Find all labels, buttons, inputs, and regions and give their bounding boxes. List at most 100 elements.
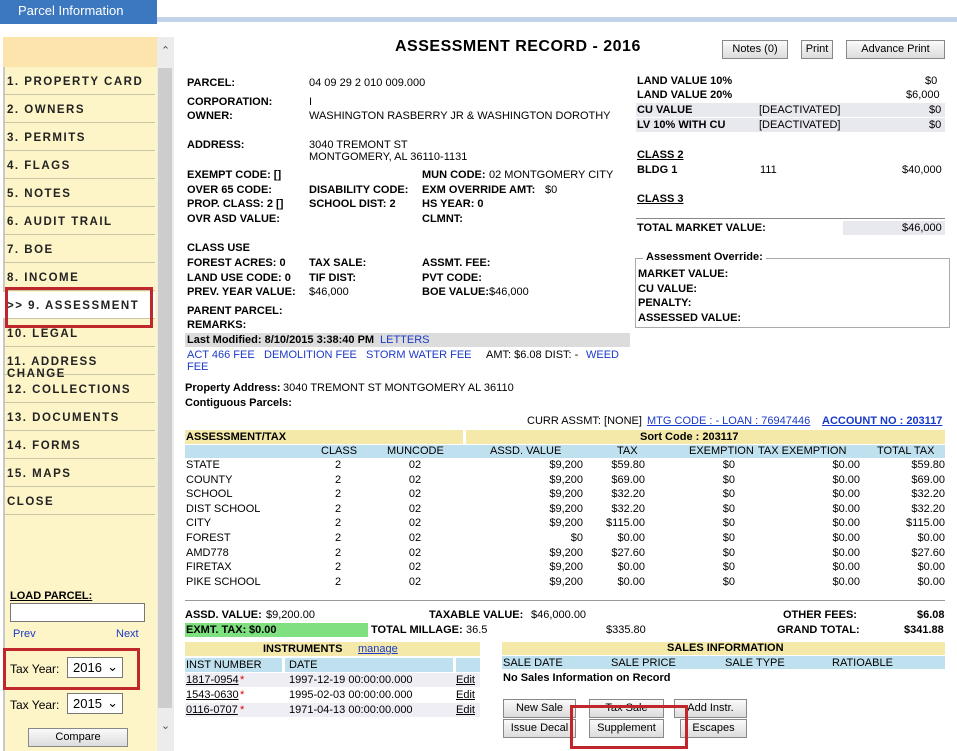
tax-row-cell: $69.00 — [911, 473, 945, 486]
tax-row-cell: $9,200 — [549, 488, 583, 501]
sidebar-item-14[interactable]: 14. FORMS — [3, 432, 155, 459]
instrument-edit-link[interactable]: Edit — [456, 674, 475, 686]
act466-fee-link[interactable]: ACT 466 FEE — [187, 349, 255, 361]
sidebar-item-2[interactable]: 2. OWNERS — [3, 96, 155, 123]
load-parcel-input[interactable] — [10, 603, 145, 622]
tax-row-cell: 2 — [334, 517, 342, 530]
instrument-edit-link[interactable]: Edit — [456, 704, 475, 716]
divider — [636, 218, 945, 219]
tax-row-cell: $9,200 — [549, 502, 583, 515]
tax-row-cell: $9,200 — [549, 459, 583, 471]
scroll-down-icon[interactable]: ⌄ — [157, 719, 174, 735]
new-sale-button[interactable]: New Sale — [503, 699, 576, 718]
scroll-up-icon[interactable]: ⌃ — [157, 44, 174, 60]
last-modified: Last Modified: 8/10/2015 3:38:40 PM — [187, 334, 375, 346]
tax-row-cell: $0.00 — [832, 502, 860, 515]
advance-print-button[interactable]: Advance Print — [846, 40, 945, 59]
assessment-highlight-box — [5, 287, 153, 328]
compare-button[interactable]: Compare — [28, 728, 128, 747]
demolition-fee-link[interactable]: DEMOLITION FEE — [264, 349, 357, 361]
sort-code: Sort Code : 203117 — [640, 431, 739, 443]
sidebar-item-13[interactable]: 13. DOCUMENTS — [3, 404, 155, 431]
boe-label: BOE VALUE: — [422, 286, 490, 298]
exmt-tax-label: EXMT. TAX: — [186, 624, 247, 636]
tax-year-label-2: Tax Year: — [10, 698, 60, 712]
window-tab[interactable]: Parcel Information — [0, 0, 157, 24]
tax-row-cell: 02 — [408, 473, 422, 486]
weed-fee-link-2[interactable]: FEE — [187, 361, 208, 373]
letters-link[interactable]: LETTERS — [380, 334, 430, 346]
class2-heading: CLASS 2 — [637, 149, 684, 161]
tif-dist: TIF DIST: — [309, 272, 357, 284]
address-line1: 3040 TREMONT ST — [309, 139, 408, 151]
lv10cu-value: $0 — [929, 119, 942, 131]
tax-row-cell: $32.20 — [911, 502, 945, 515]
ovr-asd-value: OVR ASD VALUE: — [187, 213, 280, 225]
bldg-label: BLDG 1 — [637, 164, 678, 176]
tax-year-select-2[interactable]: 2015 ⌄ — [67, 693, 123, 714]
tax-row-label: COUNTY — [186, 473, 233, 486]
sidebar-item-16[interactable]: CLOSE — [3, 488, 155, 515]
sidebar-item-5[interactable]: 5. NOTES — [3, 180, 155, 207]
tax-year-value: 2016 — [73, 660, 102, 675]
sidebar-item-15[interactable]: 15. MAPS — [3, 460, 155, 487]
tax-year-select[interactable]: 2016 ⌄ — [67, 657, 123, 678]
mtg-code-link[interactable]: MTG CODE : - LOAN : 76947446 — [647, 415, 810, 427]
sidebar-item-3[interactable]: 3. PERMITS — [3, 124, 155, 151]
sale-price-header: SALE PRICE — [611, 657, 676, 669]
tax-row-cell: $0 — [722, 473, 735, 486]
tax-row-cell: 2 — [334, 561, 342, 574]
tax-row-cell: $27.60 — [911, 546, 945, 559]
tax-row-cell: 2 — [334, 575, 342, 588]
tax-row-cell: $0 — [722, 561, 735, 574]
tax-row-cell: $0 — [722, 575, 735, 588]
notes-button[interactable]: Notes (0) — [722, 40, 788, 59]
account-no-link[interactable]: ACCOUNT NO : 203117 — [822, 415, 942, 427]
print-button[interactable]: Print — [801, 40, 833, 59]
hs-year: HS YEAR: 0 — [422, 198, 484, 210]
sidebar-item-11[interactable]: 11. ADDRESS CHANGE — [3, 348, 155, 380]
tax-row-cell: $0.00 — [917, 575, 945, 588]
escapes-button[interactable]: Escapes — [680, 719, 747, 738]
override-market: MARKET VALUE: — [638, 268, 729, 280]
next-link[interactable]: Next — [116, 628, 139, 640]
land20-label: LAND VALUE 20% — [637, 89, 733, 101]
instruments-manage-link[interactable]: manage — [358, 643, 398, 655]
instrument-number-link[interactable]: 1817-0954 — [186, 674, 239, 686]
sale-date-header: SALE DATE — [503, 657, 563, 669]
cu-label: CU VALUE — [637, 104, 693, 116]
sidebar-item-7[interactable]: 7. BOE — [3, 236, 155, 263]
issue-decal-button[interactable]: Issue Decal — [503, 719, 576, 738]
tax-row-cell: 2 — [334, 488, 342, 501]
prev-link[interactable]: Prev — [13, 628, 36, 640]
tax-table-title: ASSESSMENT/TAX — [186, 431, 287, 443]
tax-row-cell: $0 — [722, 546, 735, 559]
bldg-code: 111 — [760, 164, 777, 176]
instrument-number-link[interactable]: 0116-0707 — [186, 704, 238, 716]
sidebar-item-12[interactable]: 12. COLLECTIONS — [3, 376, 155, 403]
boe-value: $46,000 — [489, 286, 529, 298]
tax-row-cell: 2 — [334, 459, 342, 471]
cu-value: $0 — [929, 104, 942, 116]
tax-row-cell: $0.00 — [832, 575, 860, 588]
mun-code-label: MUN CODE: — [422, 169, 486, 181]
tax-row-cell: $0 — [722, 459, 735, 471]
top-bar-strip — [157, 17, 957, 22]
lv10cu-label: LV 10% WITH CU — [637, 119, 726, 131]
land10-value: $0 — [925, 75, 938, 87]
exm-override-value: $0 — [545, 184, 558, 196]
sidebar-item-4[interactable]: 4. FLAGS — [3, 152, 155, 179]
total-millage-label: TOTAL MILLAGE: — [371, 624, 463, 636]
school-dist: SCHOOL DIST: 2 — [309, 198, 396, 210]
amt-dist: AMT: $6.08 DIST: - — [486, 349, 579, 361]
contiguous-parcels: Contiguous Parcels: — [185, 397, 292, 409]
assd-value: $9,200.00 — [266, 609, 315, 621]
storm-water-fee-link[interactable]: STORM WATER FEE — [366, 349, 472, 361]
tax-row-label: CITY — [186, 517, 212, 530]
sidebar-item-6[interactable]: 6. AUDIT TRAIL — [3, 208, 155, 235]
weed-fee-link[interactable]: WEED — [586, 349, 619, 361]
sidebar-scroll-thumb[interactable] — [158, 68, 172, 708]
sidebar-item-1[interactable]: 1. PROPERTY CARD — [3, 68, 155, 95]
instrument-number-link[interactable]: 1543-0630 — [186, 689, 239, 701]
instrument-edit-link[interactable]: Edit — [456, 689, 475, 701]
